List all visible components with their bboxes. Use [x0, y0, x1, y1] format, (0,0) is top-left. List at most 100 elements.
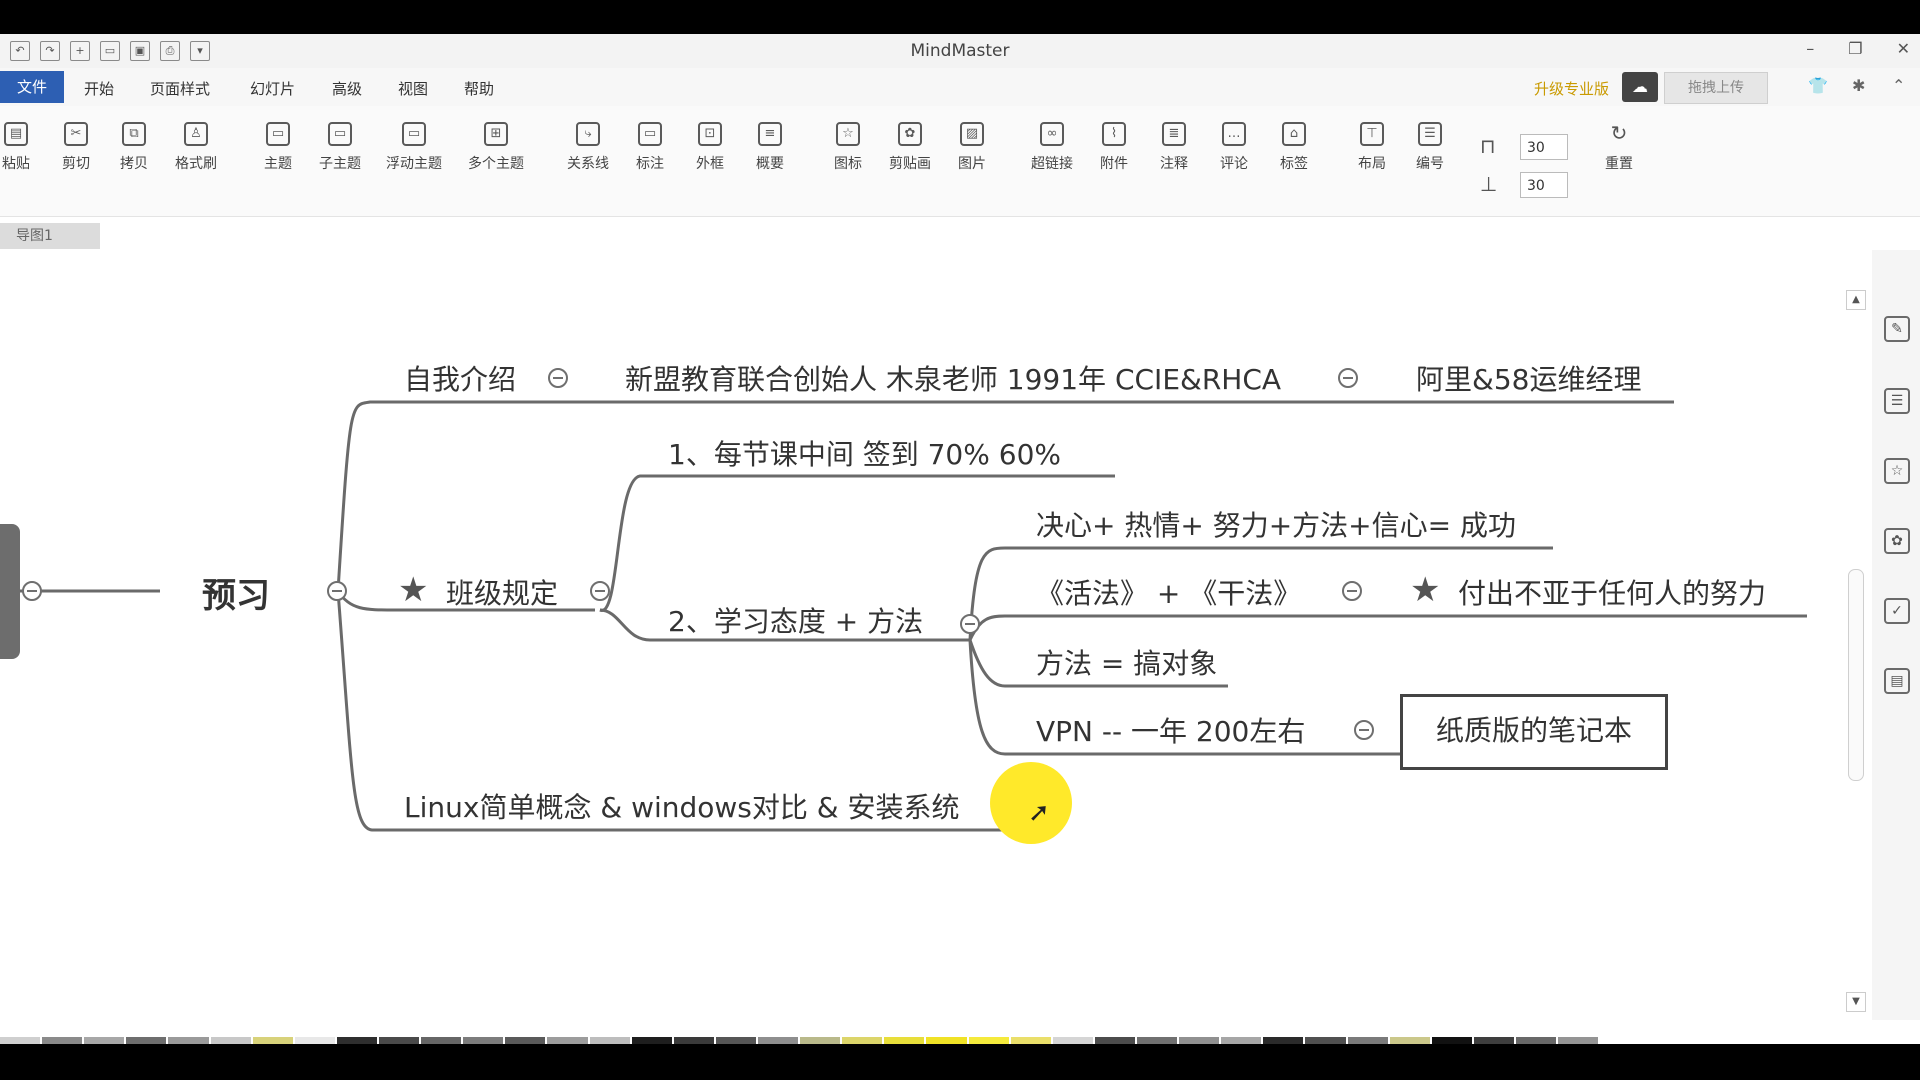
boundary-button[interactable]: ⊡ 外框 — [680, 122, 740, 173]
topic-icon: ▭ — [266, 122, 290, 146]
upgrade-link[interactable]: 升级专业版 — [1534, 78, 1609, 99]
format-painter-icon: ♙ — [184, 122, 208, 146]
cloud-icon[interactable]: ☁ — [1622, 72, 1658, 102]
comment-button[interactable]: … 评论 — [1204, 122, 1264, 173]
menu-slides[interactable]: 幻灯片 — [250, 78, 295, 99]
vertical-spacing-icon: ⊥ — [1480, 172, 1498, 196]
topic-intro-detail-1[interactable]: 新盟教育联合创始人 木泉老师 1991年 CCIE&RHCA — [625, 358, 1281, 398]
collapse-vpn-icon[interactable] — [1354, 720, 1374, 740]
reset-button[interactable]: ↻ 重置 — [1594, 122, 1644, 173]
topic-linux[interactable]: Linux简单概念 & windows对比 & 安装系统 — [404, 786, 960, 826]
note-icon: ≣ — [1162, 122, 1186, 146]
image-button[interactable]: ▨ 图片 — [942, 122, 1002, 173]
scroll-up-icon[interactable]: ▲ — [1846, 290, 1866, 310]
shirt-icon[interactable]: 👕 — [1808, 76, 1828, 95]
topic-vpn[interactable]: VPN -- 一年 200左右 — [1036, 710, 1305, 750]
attachment-button[interactable]: ⌇ 附件 — [1084, 122, 1144, 173]
floating-topic-icon: ▭ — [402, 122, 426, 146]
collapse-ribbon-icon[interactable]: ⌃ — [1892, 76, 1905, 95]
format-panel-icon[interactable]: ✎ — [1884, 316, 1910, 342]
relationship-icon: ⤷ — [576, 122, 600, 146]
vertical-scrollbar[interactable]: ▲ ▼ — [1846, 254, 1866, 1024]
multiple-topics-button[interactable]: ⊞ 多个主题 — [466, 122, 526, 173]
floating-topic-button[interactable]: ▭ 浮动主题 — [384, 122, 444, 173]
tag-button[interactable]: ⌂ 标签 — [1264, 122, 1324, 173]
settings-icon[interactable]: ✱ — [1852, 76, 1865, 95]
layout-button[interactable]: ⊤ 布局 — [1342, 122, 1402, 173]
collapse-intro-icon[interactable] — [548, 368, 568, 388]
outline-panel-icon[interactable]: ☰ — [1884, 388, 1910, 414]
document-tab[interactable]: 导图1 — [0, 223, 100, 249]
scroll-thumb[interactable] — [1848, 569, 1864, 781]
icon-panel-icon[interactable]: ☆ — [1884, 458, 1910, 484]
relationship-button[interactable]: ⤷ 关系线 — [558, 122, 618, 173]
topic-method[interactable]: 方法 = 搞对象 — [1036, 642, 1217, 682]
mindmap-canvas[interactable]: 预习 自我介绍 新盟教育联合创始人 木泉老师 1991年 CCIE&RHCA 阿… — [0, 250, 1830, 1020]
vertical-spacing-input[interactable]: 30 — [1520, 172, 1568, 198]
clipart-button[interactable]: ✿ 剪贴画 — [880, 122, 940, 173]
note-button[interactable]: ≣ 注释 — [1144, 122, 1204, 173]
collapse-central-icon[interactable] — [327, 581, 347, 601]
document-tabs: 导图1 — [0, 218, 1920, 250]
format-painter-button[interactable]: ♙ 格式刷 — [166, 122, 226, 173]
link-icon: ∞ — [1040, 122, 1064, 146]
mouse-pointer-icon: ➚ — [1028, 798, 1050, 828]
clipart-panel-icon[interactable]: ✿ — [1884, 528, 1910, 554]
copy-button[interactable]: ⧉ 拷贝 — [104, 122, 164, 173]
menu-help[interactable]: 帮助 — [464, 78, 494, 99]
task-panel-icon[interactable]: ✓ — [1884, 598, 1910, 624]
central-topic[interactable]: 预习 — [202, 568, 270, 617]
menu-file[interactable]: 文件 — [0, 71, 64, 103]
hyperlink-button[interactable]: ∞ 超链接 — [1022, 122, 1082, 173]
layout-icon: ⊤ — [1360, 122, 1384, 146]
icon-button[interactable]: ☆ 图标 — [818, 122, 878, 173]
collapse-books-icon[interactable] — [1342, 581, 1362, 601]
collapse-class-rules-icon[interactable] — [590, 581, 610, 601]
collapse-intro-detail-icon[interactable] — [1338, 368, 1358, 388]
paste-button[interactable]: ▤ 粘贴 — [0, 122, 46, 173]
menu-bar: 文件 开始 页面样式 幻灯片 高级 视图 帮助 升级专业版 ☁ 拖拽上传 👕 ✱… — [0, 68, 1920, 106]
topic-formula[interactable]: 决心+ 热情+ 努力+方法+信心= 成功 — [1036, 504, 1516, 544]
menu-advanced[interactable]: 高级 — [332, 78, 362, 99]
refresh-icon: ↻ — [1610, 121, 1628, 145]
title-bar: ↶ ↷ + ▭ ▣ ⎙ ▾ MindMaster – ❐ ✕ — [0, 34, 1920, 69]
color-palette[interactable] — [0, 1034, 1600, 1044]
cursor-highlight: ➚ — [990, 762, 1072, 844]
history-panel-icon[interactable]: ▤ — [1884, 668, 1910, 694]
subtopic-icon: ▭ — [328, 122, 352, 146]
topic-class-rules[interactable]: 班级规定 — [446, 572, 558, 612]
numbering-button[interactable]: ☰ 编号 — [1400, 122, 1460, 173]
topic-intro-detail-2[interactable]: 阿里&58运维经理 — [1416, 358, 1641, 398]
left-panel-handle[interactable] — [0, 524, 20, 659]
topic-rule-2[interactable]: 2、学习态度 + 方法 — [668, 600, 923, 640]
multiple-topics-icon: ⊞ — [484, 122, 508, 146]
topic-rule-1[interactable]: 1、每节课中间 签到 70% 60% — [668, 433, 1061, 473]
maximize-icon[interactable]: ❐ — [1848, 39, 1862, 58]
upload-button[interactable]: 拖拽上传 — [1664, 72, 1768, 104]
callout-button[interactable]: ▭ 标注 — [620, 122, 680, 173]
menu-view[interactable]: 视图 — [398, 78, 428, 99]
horizontal-spacing-input[interactable]: 30 — [1520, 134, 1568, 160]
right-side-panel: ✎ ☰ ☆ ✿ ✓ ▤ — [1872, 250, 1920, 1020]
topic-books[interactable]: 《活法》 + 《干法》 — [1036, 572, 1301, 612]
topic-button[interactable]: ▭ 主题 — [248, 122, 308, 173]
topic-notebook[interactable]: 纸质版的笔记本 — [1400, 694, 1668, 770]
cut-button[interactable]: ✂ 剪切 — [46, 122, 106, 173]
scroll-down-icon[interactable]: ▼ — [1846, 992, 1866, 1012]
horizontal-spacing-icon: ⊓ — [1480, 134, 1496, 158]
menu-start[interactable]: 开始 — [84, 78, 114, 99]
menu-page-style[interactable]: 页面样式 — [150, 78, 210, 99]
icon-library-icon: ☆ — [836, 122, 860, 146]
numbering-icon: ☰ — [1418, 122, 1442, 146]
collapse-rule-2-icon[interactable] — [960, 614, 980, 634]
connector-books — [968, 614, 1807, 641]
topic-effort[interactable]: 付出不亚于任何人的努力 — [1458, 572, 1766, 612]
collapse-left-icon[interactable] — [22, 581, 42, 601]
close-icon[interactable]: ✕ — [1897, 39, 1910, 58]
topic-intro[interactable]: 自我介绍 — [404, 358, 516, 398]
minimize-icon[interactable]: – — [1806, 39, 1814, 58]
connector-intro — [336, 400, 590, 592]
summary-button[interactable]: ≡ 概要 — [740, 122, 800, 173]
subtopic-button[interactable]: ▭ 子主题 — [310, 122, 370, 173]
comment-icon: … — [1222, 122, 1246, 146]
